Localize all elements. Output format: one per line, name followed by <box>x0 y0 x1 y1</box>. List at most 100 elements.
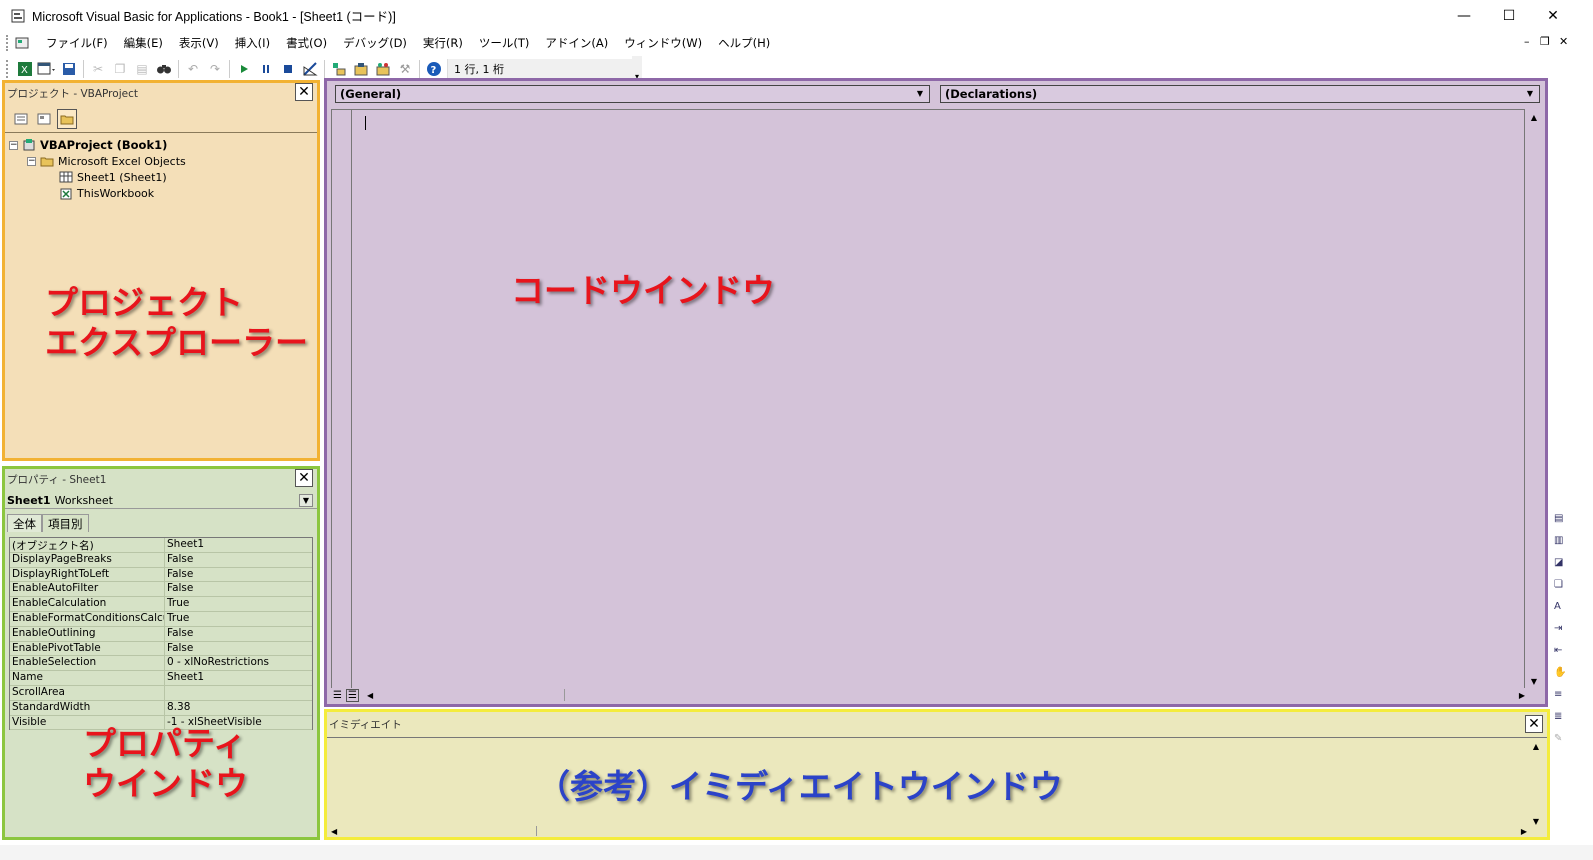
immediate-close-icon[interactable]: ✕ <box>1525 715 1543 733</box>
property-value[interactable]: False <box>165 582 312 596</box>
mdi-minimize-button[interactable]: – <box>1524 35 1530 48</box>
property-row[interactable]: EnableFormatConditionsCalcul True <box>10 611 312 627</box>
tree-node-sheet1[interactable]: Sheet1 (Sheet1) <box>5 169 317 185</box>
property-value[interactable]: False <box>165 568 312 582</box>
collapse-icon[interactable]: − <box>27 156 36 166</box>
property-row[interactable]: Name Sheet1 <box>10 671 312 686</box>
property-value[interactable]: 8.38 <box>165 701 312 715</box>
property-row[interactable]: EnableAutoFilter False <box>10 582 312 598</box>
find-icon[interactable] <box>153 58 175 80</box>
property-value[interactable]: Sheet1 <box>165 538 312 552</box>
collapse-icon[interactable]: − <box>9 140 18 150</box>
list-properties-icon[interactable]: ▤ <box>1554 513 1568 527</box>
run-icon[interactable] <box>233 58 255 80</box>
project-explorer-icon[interactable] <box>328 58 350 80</box>
scroll-up-icon[interactable]: ▲ <box>1527 113 1541 122</box>
property-row[interactable]: EnableSelection 0 - xlNoRestrictions <box>10 656 312 672</box>
property-row[interactable]: DisplayRightToLeft False <box>10 567 312 583</box>
save-icon[interactable] <box>58 58 80 80</box>
scroll-left-icon[interactable]: ◀ <box>367 691 373 700</box>
properties-close-icon[interactable]: ✕ <box>295 469 313 487</box>
dropdown-arrow-icon[interactable]: ▼ <box>913 87 927 101</box>
menu-file[interactable]: ファイル(F) <box>38 35 116 51</box>
bookmark-icon[interactable]: ✎ <box>1554 733 1568 747</box>
property-value[interactable] <box>165 686 312 700</box>
list-constants-icon[interactable]: ▥ <box>1554 535 1568 549</box>
property-value[interactable]: True <box>165 597 312 611</box>
property-value[interactable]: 0 - xlNoRestrictions <box>165 656 312 670</box>
property-row[interactable]: (オブジェクト名) Sheet1 <box>10 538 312 553</box>
outdent-icon[interactable]: ⇤ <box>1554 645 1568 659</box>
insert-userform-icon[interactable] <box>36 58 58 80</box>
menu-view[interactable]: 表示(V) <box>171 35 227 51</box>
parameter-info-icon[interactable]: ❏ <box>1554 579 1568 593</box>
dropdown-arrow-icon[interactable]: ▼ <box>1523 87 1537 101</box>
object-selector[interactable]: Sheet1 Worksheet ▼ <box>5 493 317 509</box>
horizontal-scroll-thumb[interactable] <box>337 826 538 836</box>
procedure-combo[interactable]: (Declarations) ▼ <box>940 85 1540 103</box>
complete-word-icon[interactable]: A <box>1554 601 1568 615</box>
menu-tools[interactable]: ツール(T) <box>471 35 538 51</box>
code-vertical-scrollbar[interactable]: ▲ ▼ <box>1527 113 1541 686</box>
break-icon[interactable] <box>255 58 277 80</box>
code-horizontal-scrollbar[interactable]: ☰ ☰ ◀ ▶ <box>331 688 1525 702</box>
tree-node-thisworkbook[interactable]: ThisWorkbook <box>5 185 317 201</box>
toggle-breakpoint-icon[interactable]: ✋ <box>1554 667 1568 681</box>
toolbar-grip[interactable] <box>6 59 10 78</box>
reset-icon[interactable] <box>277 58 299 80</box>
margin-indicator-bar[interactable] <box>332 110 352 688</box>
tab-categorized[interactable]: 項目別 <box>42 514 89 532</box>
help-icon[interactable]: ? <box>423 58 445 80</box>
menu-addins[interactable]: アドイン(A) <box>537 35 616 51</box>
property-row[interactable]: EnablePivotTable False <box>10 641 312 657</box>
horizontal-scroll-thumb[interactable] <box>375 689 566 701</box>
object-browser-icon[interactable] <box>372 58 394 80</box>
close-button[interactable]: ✕ <box>1530 0 1576 31</box>
code-editor[interactable] <box>331 109 1525 688</box>
project-explorer-close-icon[interactable]: ✕ <box>295 83 313 101</box>
immediate-horizontal-scrollbar[interactable]: ◀ ▶ <box>331 825 1527 837</box>
undo-icon[interactable]: ↶ <box>182 58 204 80</box>
property-value[interactable]: Sheet1 <box>165 671 312 685</box>
scroll-down-icon[interactable]: ▼ <box>1527 677 1541 686</box>
property-row[interactable]: ScrollArea <box>10 685 312 701</box>
uncomment-block-icon[interactable]: ≣ <box>1554 711 1568 725</box>
scroll-down-icon[interactable]: ▼ <box>1529 817 1543 826</box>
property-row[interactable]: EnableCalculation True <box>10 597 312 612</box>
scroll-right-icon[interactable]: ▶ <box>1519 691 1525 700</box>
redo-icon[interactable]: ↷ <box>204 58 226 80</box>
immediate-vertical-scrollbar[interactable]: ▲ ▼ <box>1529 742 1543 826</box>
view-code-icon[interactable] <box>11 109 31 129</box>
dropdown-arrow-icon[interactable]: ▼ <box>299 494 313 507</box>
maximize-button[interactable]: ☐ <box>1486 0 1532 31</box>
property-value[interactable]: True <box>165 612 312 626</box>
indent-icon[interactable]: ⇥ <box>1554 623 1568 637</box>
comment-block-icon[interactable]: ≡ <box>1554 689 1568 703</box>
property-row[interactable]: DisplayPageBreaks False <box>10 552 312 568</box>
scroll-right-icon[interactable]: ▶ <box>1521 827 1527 836</box>
property-value[interactable]: False <box>165 553 312 567</box>
property-row[interactable]: EnableOutlining False <box>10 626 312 642</box>
view-object-icon[interactable] <box>34 109 54 129</box>
mdi-close-button[interactable]: ✕ <box>1559 35 1568 48</box>
menu-run[interactable]: 実行(R) <box>415 35 471 51</box>
scroll-up-icon[interactable]: ▲ <box>1529 742 1543 751</box>
menubar-grip[interactable] <box>6 35 10 51</box>
procedure-view-icon[interactable]: ☰ <box>333 690 342 701</box>
excel-icon[interactable]: X <box>14 58 36 80</box>
menu-format[interactable]: 書式(O) <box>278 35 335 51</box>
object-combo[interactable]: (General) ▼ <box>335 85 930 103</box>
toggle-folders-icon[interactable] <box>57 108 77 129</box>
property-row[interactable]: StandardWidth 8.38 <box>10 700 312 716</box>
design-mode-icon[interactable] <box>299 58 321 80</box>
menu-debug[interactable]: デバッグ(D) <box>335 35 415 51</box>
property-value[interactable]: False <box>165 627 312 641</box>
menu-insert[interactable]: 挿入(I) <box>227 35 278 51</box>
toolbox-icon[interactable]: ⚒ <box>394 58 416 80</box>
menu-edit[interactable]: 編集(E) <box>116 35 171 51</box>
vba-system-menu-icon[interactable] <box>14 35 30 51</box>
tree-node-vbaproject[interactable]: − VBAProject (Book1) <box>5 137 317 153</box>
minimize-button[interactable]: — <box>1441 0 1487 31</box>
mdi-restore-button[interactable]: ❐ <box>1540 35 1550 48</box>
copy-icon[interactable]: ❐ <box>109 58 131 80</box>
